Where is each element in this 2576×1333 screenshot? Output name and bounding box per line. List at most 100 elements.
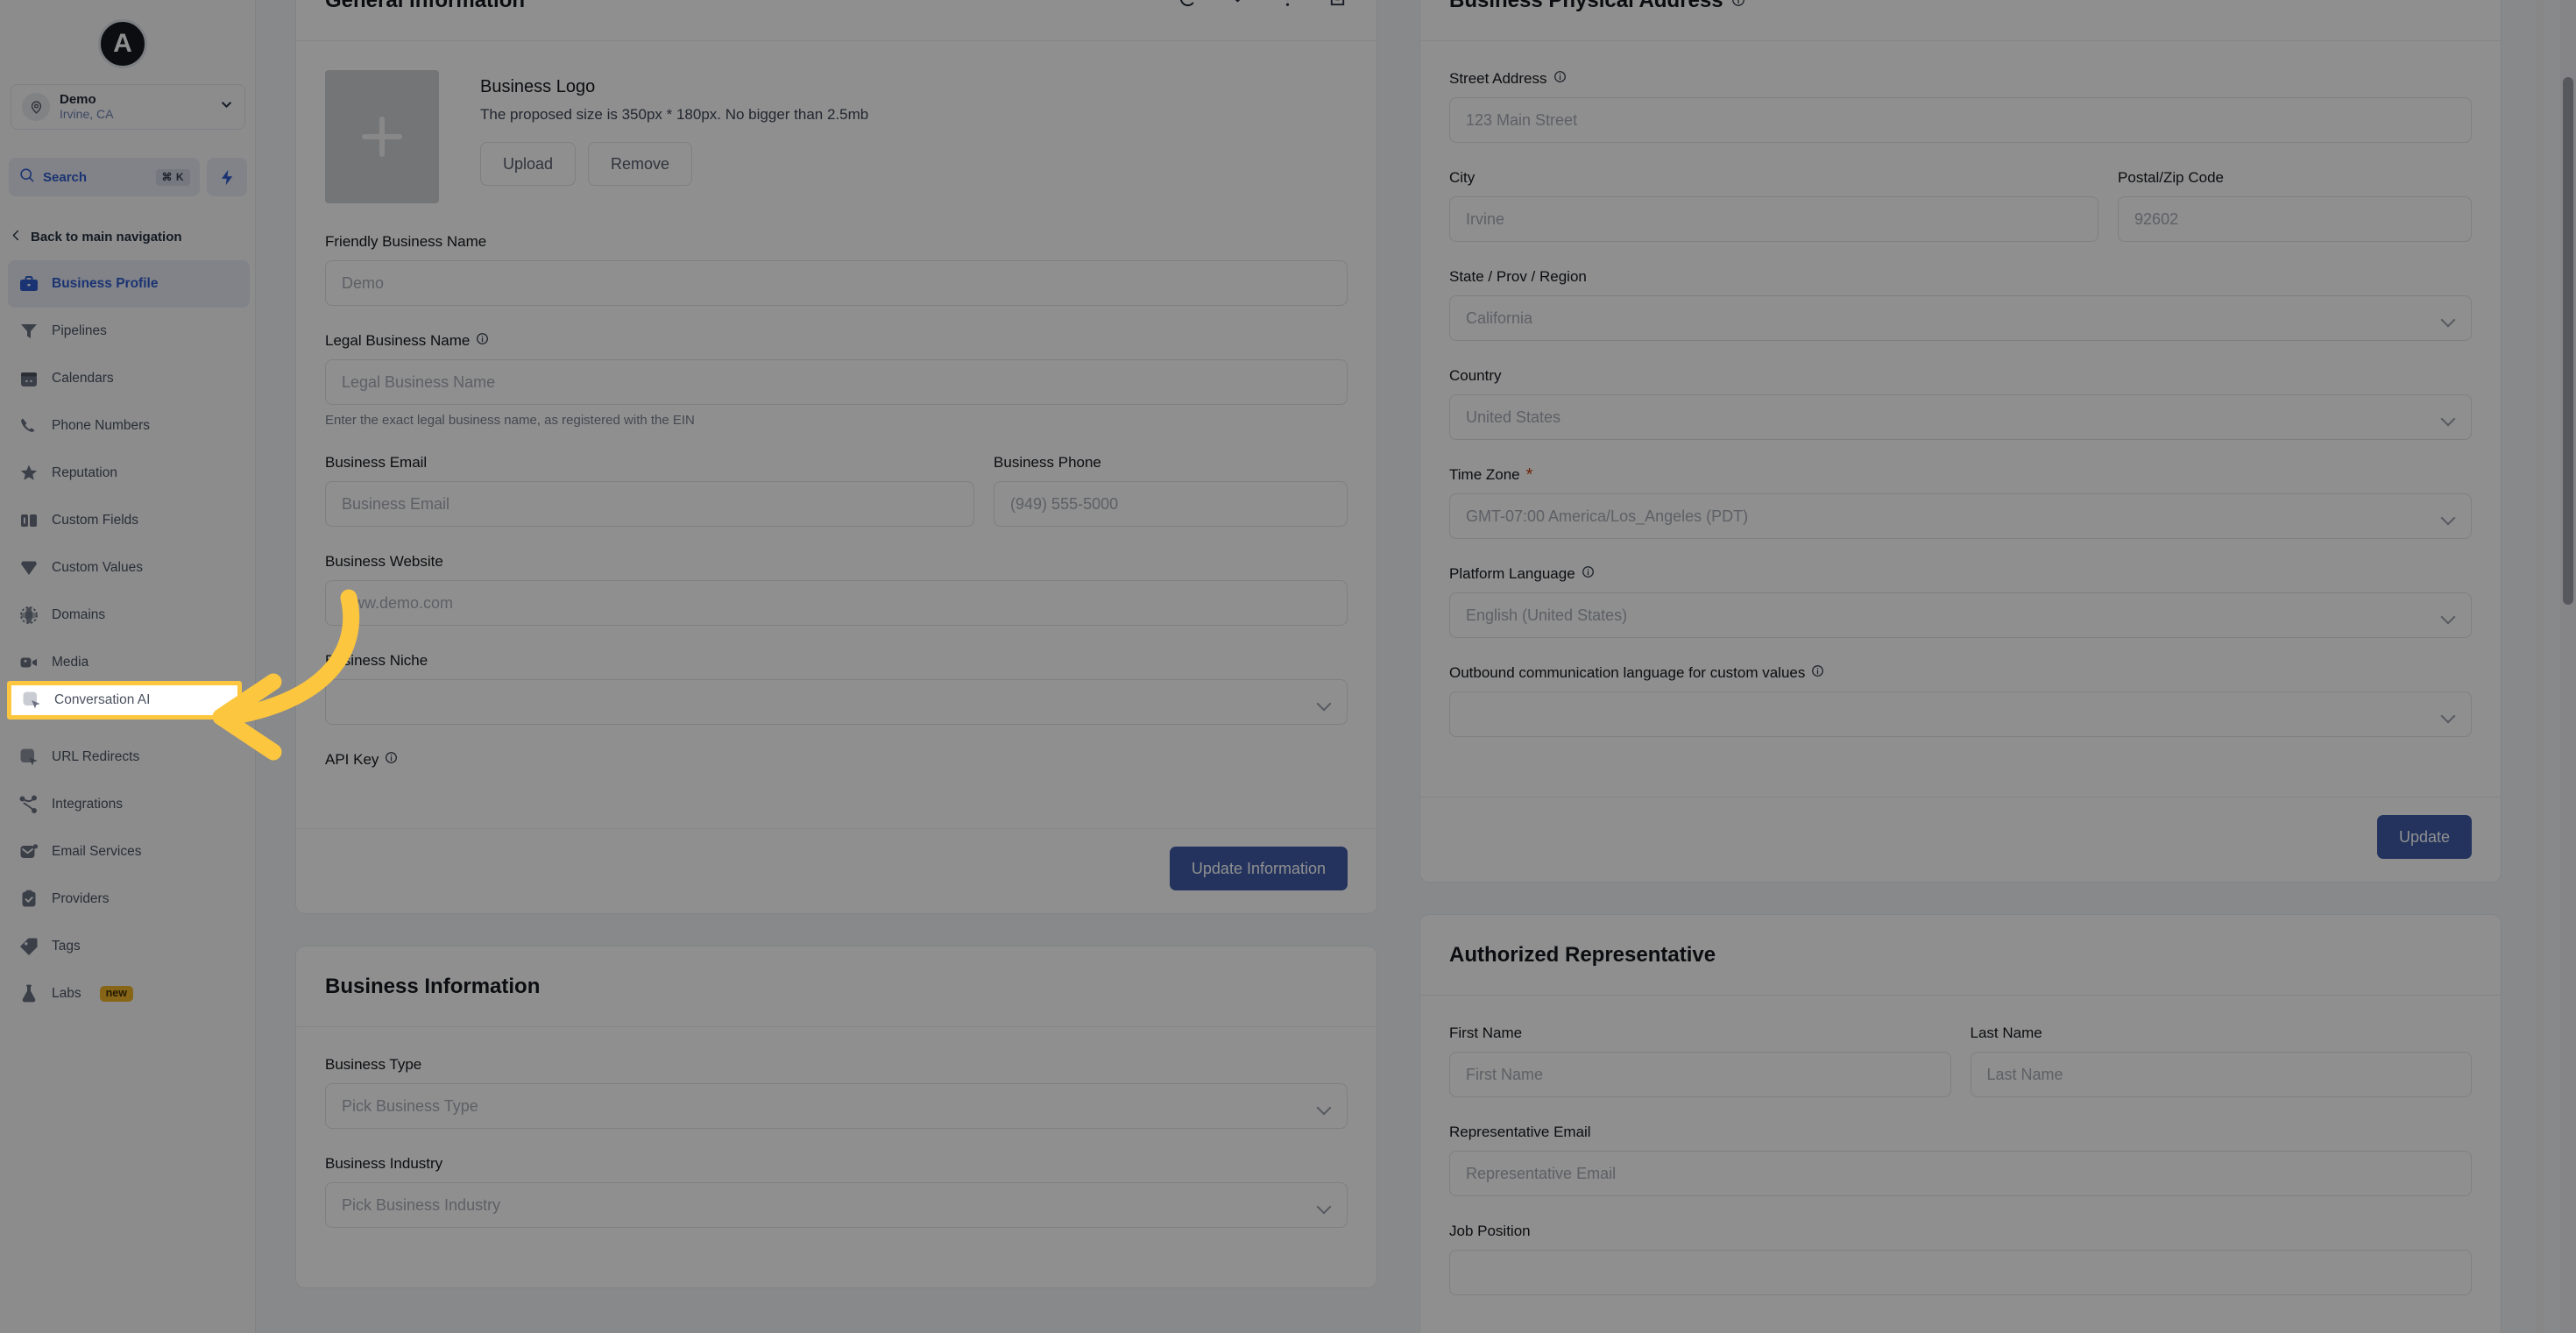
- business-physical-address-card: Business Physical Address Street Address: [1419, 0, 2502, 883]
- first-name-input[interactable]: First Name: [1449, 1052, 1951, 1097]
- business-physical-address-body: Street Address 123 Main Street City Irvi…: [1420, 41, 2501, 797]
- business-website-input[interactable]: www.demo.com: [325, 580, 1348, 626]
- sidebar-item-pipelines[interactable]: Pipelines: [8, 308, 250, 355]
- cursor-box-icon: [18, 746, 40, 769]
- street-address-label: Street Address: [1449, 70, 2472, 88]
- refresh-icon[interactable]: [1178, 0, 1198, 13]
- business-niche-select[interactable]: [325, 679, 1348, 725]
- flask-icon: [18, 982, 40, 1005]
- envelope-icon: [18, 840, 40, 863]
- job-position-input[interactable]: [1449, 1250, 2472, 1295]
- business-logo-dropzone[interactable]: [325, 70, 439, 203]
- highlighted-sidebar-item-conversation-ai[interactable]: Conversation AI: [7, 681, 242, 720]
- info-icon[interactable]: [1582, 565, 1595, 583]
- sidebar-item-label: Phone Numbers: [52, 418, 151, 433]
- lightning-bolt-icon[interactable]: [207, 158, 247, 196]
- sidebar-item-label: Tags: [52, 939, 81, 954]
- first-name-label: First Name: [1449, 1025, 1523, 1041]
- legal-business-name-input[interactable]: Legal Business Name: [325, 359, 1348, 405]
- sidebar-item-label: Labs: [52, 986, 81, 1001]
- city-label: City: [1449, 169, 1476, 186]
- archive-icon[interactable]: [1327, 0, 1348, 13]
- sidebar-item-reputation[interactable]: Reputation: [8, 450, 250, 497]
- info-icon[interactable]: [1731, 0, 1745, 13]
- upload-button[interactable]: Upload: [480, 142, 577, 186]
- back-nav-label: Back to main navigation: [31, 229, 182, 245]
- info-icon[interactable]: [385, 751, 398, 769]
- city-input[interactable]: Irvine: [1449, 196, 2099, 242]
- sidebar-item-email-services[interactable]: Email Services: [8, 828, 250, 876]
- business-phone-group: Business Phone (949) 555-5000: [994, 454, 1348, 527]
- highlight-content: Conversation AI: [11, 685, 237, 715]
- info-icon[interactable]: [1811, 664, 1824, 682]
- update-button[interactable]: Update: [2376, 815, 2472, 859]
- sidebar-item-labs[interactable]: Labs new: [8, 970, 250, 1017]
- platform-language-label: Platform Language: [1449, 565, 2472, 583]
- back-to-main-navigation[interactable]: Back to main navigation: [10, 223, 246, 250]
- sidebar-item-domains[interactable]: Domains: [8, 592, 250, 639]
- platform-language-select[interactable]: English (United States): [1449, 592, 2472, 638]
- friendly-business-name-input[interactable]: Demo: [325, 260, 1348, 306]
- last-name-label: Last Name: [1970, 1025, 2042, 1041]
- brand-logo[interactable]: A: [98, 19, 147, 68]
- sidebar-item-url-redirects[interactable]: URL Redirects: [8, 734, 250, 781]
- authorized-representative-card: Authorized Representative First Name Fir…: [1419, 914, 2502, 1333]
- cursor-box-icon: [20, 689, 43, 712]
- update-information-button[interactable]: Update Information: [1169, 847, 1348, 890]
- legal-business-name-text: Legal Business Name: [325, 332, 471, 349]
- left-column: General Information Business Logo The pr…: [295, 0, 1377, 1333]
- business-email-input[interactable]: Business Email: [325, 481, 975, 527]
- sidebar-item-media[interactable]: Media: [8, 639, 250, 686]
- street-address-input[interactable]: 123 Main Street: [1449, 97, 2472, 143]
- business-phone-input[interactable]: (949) 555-5000: [994, 481, 1348, 527]
- state-select[interactable]: California: [1449, 295, 2472, 341]
- sidebar-item-providers[interactable]: Providers: [8, 876, 250, 923]
- business-type-group: Business Type Pick Business Type: [325, 1056, 1348, 1129]
- sidebar-item-calendars[interactable]: Calendars: [8, 355, 250, 402]
- business-phone-label: Business Phone: [994, 454, 1101, 471]
- country-select[interactable]: United States: [1449, 394, 2472, 440]
- page-scrollbar-thumb[interactable]: [2563, 77, 2573, 605]
- inner-scrollbar-track[interactable]: [2536, 0, 2544, 1333]
- time-zone-select[interactable]: GMT-07:00 America/Los_Angeles (PDT): [1449, 493, 2472, 539]
- business-industry-select[interactable]: Pick Business Industry: [325, 1182, 1348, 1228]
- time-zone-label: Time Zone *: [1449, 466, 2472, 484]
- phone-icon: [18, 415, 40, 437]
- info-icon[interactable]: [476, 332, 489, 350]
- platform-language-group: Platform Language English (United States…: [1449, 565, 2472, 638]
- friendly-business-name-label: Friendly Business Name: [325, 233, 487, 250]
- outbound-language-select[interactable]: [1449, 691, 2472, 737]
- remove-button[interactable]: Remove: [588, 142, 693, 186]
- postal-zip-group: Postal/Zip Code 92602: [2118, 169, 2472, 242]
- sidebar-item-phone-numbers[interactable]: Phone Numbers: [8, 402, 250, 450]
- search-label: Search: [43, 169, 88, 185]
- search-icon: [18, 167, 35, 188]
- postal-zip-input[interactable]: 92602: [2118, 196, 2472, 242]
- business-type-select[interactable]: Pick Business Type: [325, 1083, 1348, 1129]
- sidebar-item-tags[interactable]: Tags: [8, 923, 250, 970]
- search-input[interactable]: Search ⌘ K: [9, 158, 200, 196]
- representative-email-input[interactable]: Representative Email: [1449, 1151, 2472, 1196]
- last-name-input[interactable]: Last Name: [1970, 1052, 2472, 1097]
- info-icon[interactable]: [1553, 70, 1567, 88]
- sidebar-item-business-profile[interactable]: Business Profile: [8, 260, 250, 308]
- sidebar-item-custom-values[interactable]: Custom Values: [8, 544, 250, 592]
- sidebar-item-label: Domains: [52, 607, 106, 622]
- job-position-label: Job Position: [1449, 1223, 1531, 1239]
- business-logo-heading: Business Logo: [480, 77, 596, 96]
- sidebar-item-integrations[interactable]: Integrations: [8, 781, 250, 828]
- required-marker: *: [1525, 465, 1533, 485]
- more-vertical-icon[interactable]: [1277, 0, 1298, 13]
- chevron-down-icon[interactable]: [1228, 0, 1248, 13]
- location-switcher[interactable]: Demo Irvine, CA: [11, 84, 245, 130]
- clipboard-check-icon: [18, 888, 40, 911]
- city-group: City Irvine: [1449, 169, 2099, 242]
- sidebar-item-custom-fields[interactable]: Custom Fields: [8, 497, 250, 544]
- location-name: Demo: [60, 92, 96, 107]
- business-information-card: Business Information Business Type Pick …: [295, 946, 1377, 1288]
- diamond-icon: [18, 557, 40, 579]
- business-logo-meta: Business Logo The proposed size is 350px…: [480, 70, 868, 186]
- business-logo-actions: Upload Remove: [480, 142, 868, 186]
- sidebar-item-label: Business Profile: [52, 276, 159, 291]
- business-physical-address-title-text: Business Physical Address: [1449, 0, 1723, 12]
